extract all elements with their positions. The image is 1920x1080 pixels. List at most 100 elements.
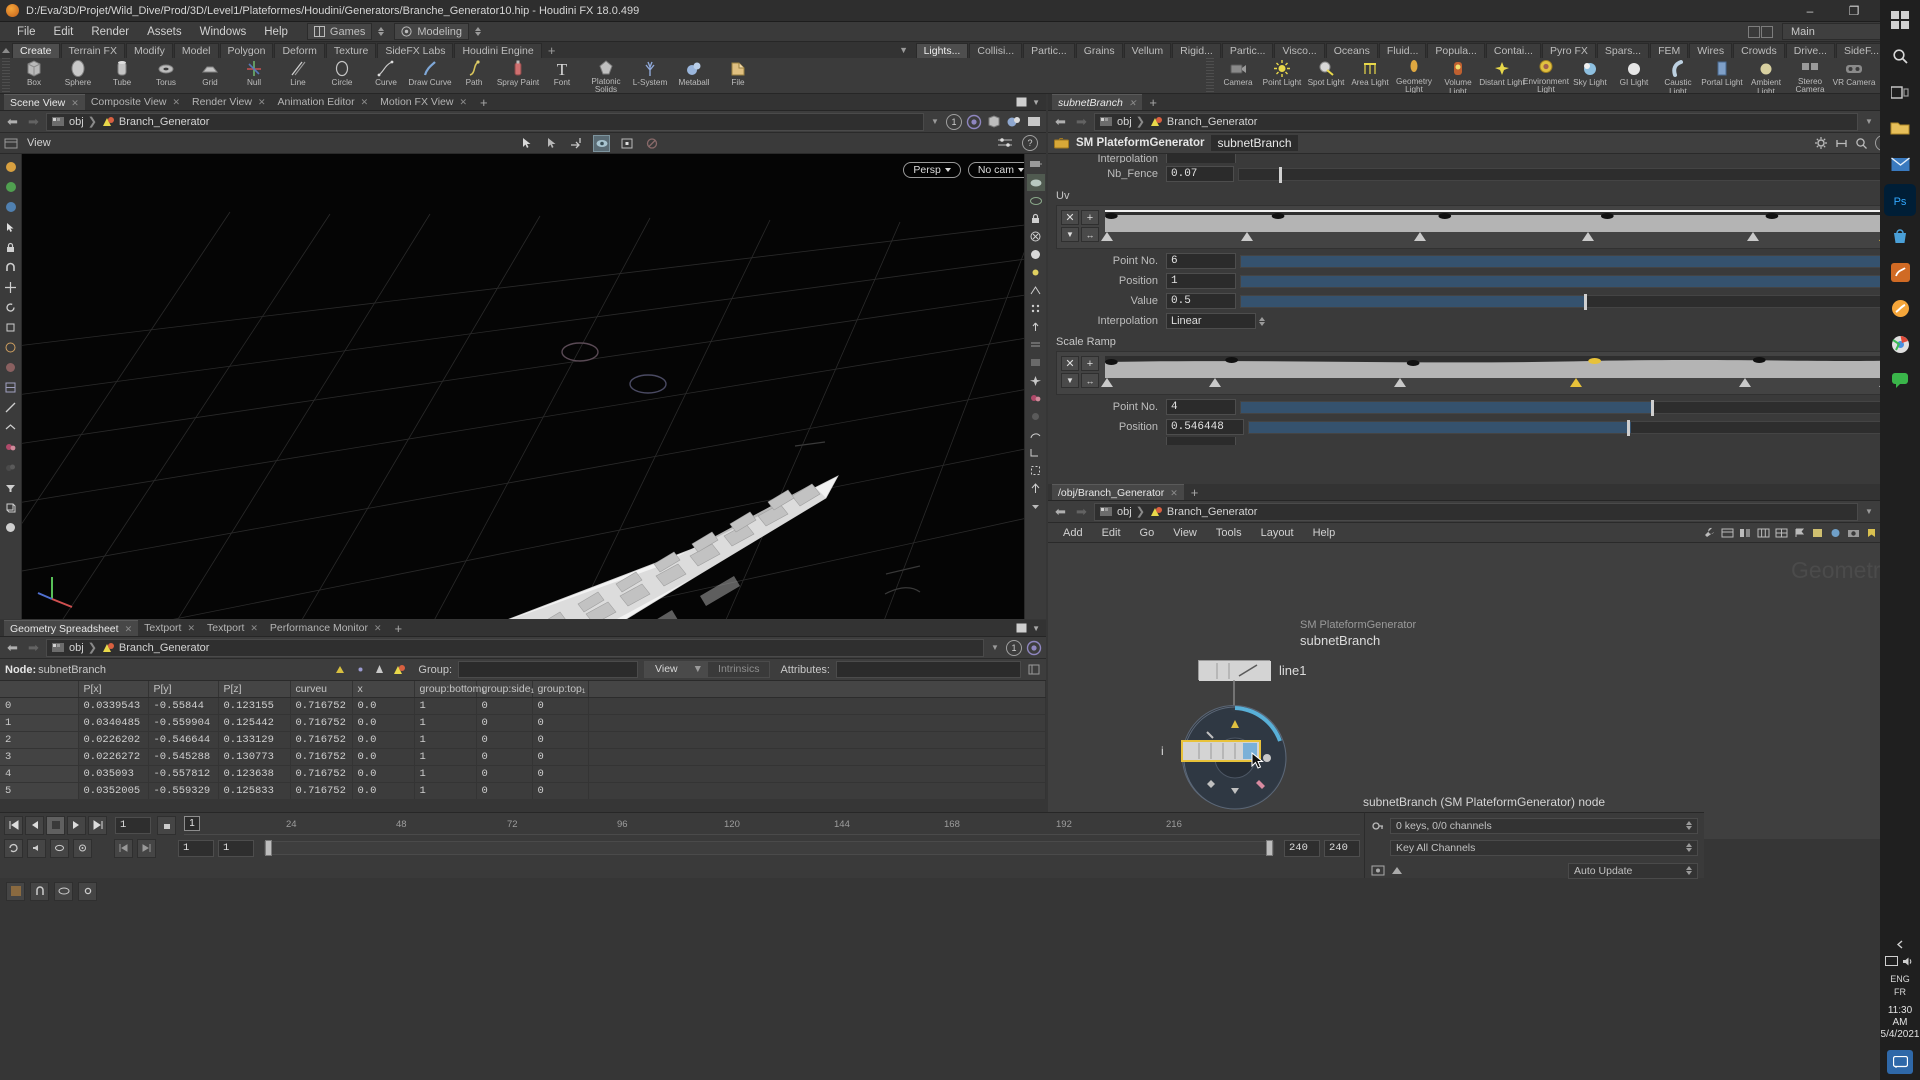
pivot-icon[interactable] (1027, 480, 1045, 497)
shelf-tool-tube[interactable]: Tube (100, 58, 144, 93)
cell-py[interactable]: -0.55844 (148, 697, 219, 715)
cell-pz[interactable]: 0.125833 (218, 782, 291, 799)
uv-ramp[interactable]: ✕ + ▼ ↔ (1056, 205, 1912, 249)
cell-px[interactable]: 0.0352005 (78, 782, 149, 799)
scene-light-icon[interactable] (1027, 372, 1045, 389)
shelf-tab-deform[interactable]: Deform (274, 43, 325, 58)
tool-sphere2-icon[interactable] (2, 518, 20, 536)
minimize-button[interactable]: – (1788, 0, 1832, 22)
tool-lock-icon[interactable] (2, 238, 20, 256)
nav-back-icon[interactable]: ⬅ (4, 639, 21, 656)
display-geometry-icon[interactable] (986, 114, 1002, 129)
shelf-tab-containers[interactable]: Contai... (1485, 43, 1541, 58)
uv-ramp-delete-button[interactable]: ✕ (1061, 210, 1079, 225)
network-menu-add[interactable]: Add (1054, 523, 1092, 543)
ramp-key-selected[interactable] (1570, 378, 1583, 387)
snap-tool-icon[interactable] (618, 135, 635, 152)
uv-value-slider[interactable] (1240, 293, 1908, 310)
cell-group-bottom[interactable]: 1 (414, 765, 477, 783)
cell-px[interactable]: 0.0339543 (78, 697, 149, 715)
path-dropdown-icon[interactable]: ▼ (928, 117, 942, 126)
tool-scale-icon[interactable] (2, 318, 20, 336)
cell-x[interactable]: 0.0 (352, 765, 415, 783)
network-snapshot-icon[interactable] (1847, 527, 1860, 539)
cell-pz[interactable]: 0.133129 (218, 731, 291, 749)
shelf-tool-ambient-light[interactable]: Ambient Light (1744, 58, 1788, 93)
primitives-mode-icon[interactable] (373, 663, 386, 676)
shelf-tool-circle[interactable]: Circle (320, 58, 364, 93)
jump-end-button[interactable] (88, 815, 107, 835)
shelf-tool-geometry-light[interactable]: Geometry Light (1392, 58, 1436, 93)
mode-selector[interactable]: Modeling (394, 23, 470, 40)
close-icon[interactable]: ✕ (1129, 95, 1137, 111)
cell-rowid[interactable]: 1 (0, 714, 79, 732)
uv-value-field[interactable]: 0.5 (1166, 293, 1236, 309)
shelf-tab-rigid[interactable]: Rigid... (1172, 43, 1221, 58)
shelf-tool-grid[interactable]: Grid (188, 58, 232, 93)
channels-spinner[interactable] (1686, 843, 1692, 852)
cell-curveu[interactable]: 0.716752 (290, 765, 353, 783)
close-icon[interactable]: ✕ (459, 94, 467, 110)
network-path-field[interactable]: obj ❯ Branch_Generator (1094, 502, 1858, 521)
col-py[interactable]: P[y] (148, 681, 219, 698)
breadcrumb-node[interactable]: Branch_Generator (101, 642, 209, 654)
status-render-icon[interactable] (6, 881, 25, 901)
ramp-key[interactable] (1746, 232, 1759, 241)
select-tool-2-icon[interactable] (543, 135, 560, 152)
tool-move-icon[interactable] (2, 278, 20, 296)
col-rowid[interactable] (0, 681, 79, 698)
shelf-grip-left[interactable] (2, 58, 10, 92)
ramp-key[interactable] (1393, 378, 1406, 387)
close-icon[interactable]: ✕ (187, 620, 195, 636)
shelf-grip-right[interactable] (1206, 58, 1214, 92)
close-icon[interactable]: ✕ (173, 94, 181, 110)
shelf-tab-pyro-fx[interactable]: Pyro FX (1541, 43, 1596, 58)
display-flag-badge[interactable]: 1 (946, 113, 962, 130)
scale-ramp-expand-icon[interactable]: ↔ (1081, 373, 1099, 388)
ramp-key[interactable] (1582, 232, 1595, 241)
scale-ramp-delete-button[interactable]: ✕ (1061, 356, 1079, 371)
cell-group-top[interactable]: 0 (532, 782, 589, 799)
normals-display-icon[interactable] (1027, 318, 1045, 335)
shelf-overflow-left-icon[interactable]: ▼ (897, 43, 911, 58)
cell-pz[interactable]: 0.130773 (218, 748, 291, 766)
node-body[interactable] (1198, 660, 1271, 681)
tool-paint-icon[interactable] (2, 178, 20, 196)
ramp-key[interactable] (1209, 378, 1222, 387)
tool-soft-icon[interactable] (2, 358, 20, 376)
light-display-icon[interactable] (1027, 264, 1045, 281)
notification-icon[interactable] (1887, 1050, 1913, 1074)
add-pane-tab-button[interactable]: + (473, 95, 495, 110)
global-end-field[interactable]: 240 (1324, 839, 1360, 857)
uv-ramp-menu-icon[interactable]: ▼ (1061, 227, 1079, 242)
uv-ramp-add-button[interactable]: + (1081, 210, 1099, 225)
viewport-display-options-icon[interactable] (996, 136, 1014, 150)
shelf-tool-sky-light[interactable]: Sky Light (1568, 58, 1612, 93)
pane-maximize-icon[interactable] (1016, 623, 1027, 633)
network-menu-view[interactable]: View (1164, 523, 1206, 543)
display-light-icon[interactable] (1026, 114, 1042, 129)
shelf-tab-terrain-fx[interactable]: Terrain FX (60, 43, 125, 58)
uv-interp-spinner[interactable] (1259, 316, 1265, 326)
shelf-tab-crowds[interactable]: Crowds (1733, 43, 1785, 58)
play-stop-button[interactable] (46, 815, 65, 835)
tool-rotate-icon[interactable] (2, 298, 20, 316)
spreadsheet-index-badge[interactable]: 1 (1006, 639, 1022, 656)
shelf-tab-fem[interactable]: FEM (1650, 43, 1689, 58)
parameter-path-field[interactable]: obj ❯ Branch_Generator (1094, 112, 1858, 131)
spreadsheet-options-icon[interactable] (1027, 663, 1041, 676)
timeline-range-bar[interactable] (264, 840, 1274, 856)
cell-py[interactable]: -0.559329 (148, 782, 219, 799)
search-icon[interactable] (1884, 40, 1916, 72)
desktop-spinner[interactable] (378, 27, 385, 36)
shelf-tool-camera[interactable]: Camera (1216, 58, 1260, 93)
breadcrumb-obj[interactable]: obj (52, 116, 84, 128)
scale-ramp-menu-icon[interactable]: ▼ (1061, 373, 1079, 388)
cell-pz[interactable]: 0.123638 (218, 765, 291, 783)
network-table-icon[interactable] (1775, 527, 1788, 539)
pane-menu-icon[interactable]: ▼ (1032, 624, 1040, 633)
network-wrench-icon[interactable] (1703, 526, 1716, 539)
maximize-button[interactable]: ❐ (1832, 0, 1876, 22)
shelf-tool-spray-paint[interactable]: Spray Paint (496, 58, 540, 93)
shelf-tool-stereo-camera[interactable]: Stereo Camera (1788, 58, 1832, 93)
